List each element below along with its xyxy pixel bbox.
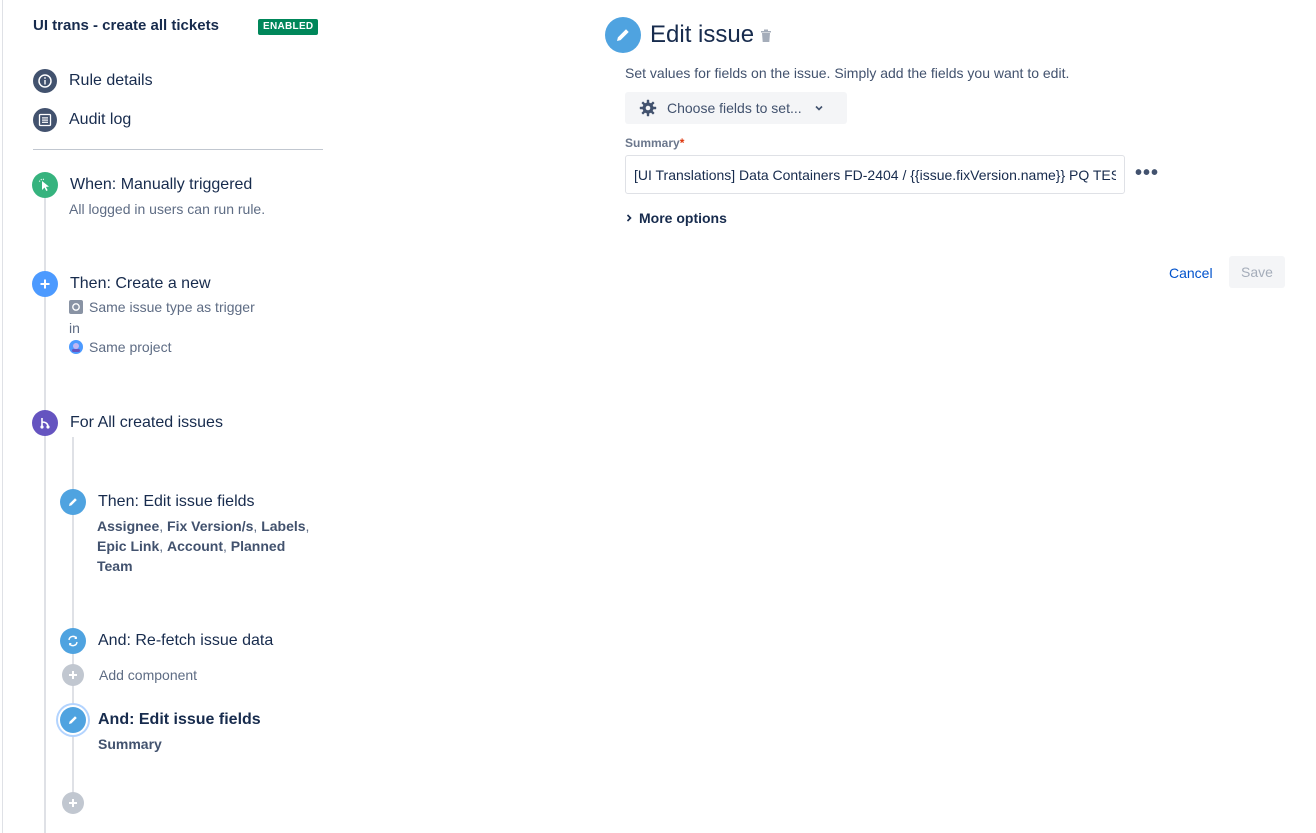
refetch-node[interactable] — [60, 628, 86, 654]
status-badge: ENABLED — [258, 19, 319, 35]
pencil-icon — [69, 716, 77, 724]
branch-node[interactable] — [32, 410, 58, 436]
trash-icon[interactable] — [760, 29, 772, 48]
choose-fields-button[interactable]: Choose fields to set... — [625, 92, 847, 124]
cancel-button[interactable]: Cancel — [1165, 263, 1217, 283]
add-component-label[interactable]: Add component — [99, 667, 197, 683]
edit1-fields: Assignee, Fix Version/s, Labels, Epic Li… — [97, 518, 310, 574]
field-chip: Assignee — [97, 518, 160, 534]
plus-icon — [69, 671, 77, 679]
panel-title: Edit issue — [650, 21, 755, 48]
chevron-right-icon — [626, 214, 632, 222]
required-marker: * — [679, 136, 685, 150]
create-project: Same project — [69, 339, 171, 355]
field-chip: Epic Link — [97, 538, 160, 554]
field-chip: Team — [97, 558, 133, 574]
edit-node-1[interactable] — [60, 489, 86, 515]
list-icon — [33, 108, 57, 132]
choose-fields-label: Choose fields to set... — [667, 100, 802, 116]
chevron-down-icon — [815, 105, 823, 111]
panel-description: Set values for fields on the issue. Simp… — [625, 65, 1070, 81]
summary-input[interactable] — [625, 155, 1125, 194]
more-options-toggle[interactable]: More options — [625, 210, 727, 226]
project-label: Same project — [89, 339, 172, 355]
info-icon — [33, 69, 57, 93]
create-title[interactable]: Then: Create a new — [70, 275, 211, 293]
refetch-title[interactable]: And: Re-fetch issue data — [98, 632, 273, 650]
save-button[interactable]: Save — [1229, 256, 1285, 288]
field-chip: Labels — [261, 518, 306, 534]
cursor-click-icon — [38, 178, 49, 191]
create-issue-type: Same issue type as trigger — [69, 299, 255, 315]
project-icon — [69, 340, 83, 354]
refresh-icon — [68, 635, 78, 647]
plus-icon — [40, 279, 50, 289]
menu-item-label: Rule details — [69, 72, 153, 89]
add-component-node-bottom[interactable] — [62, 792, 84, 814]
pencil-icon — [69, 498, 77, 506]
more-actions-icon[interactable]: ••• — [1135, 163, 1159, 183]
left-panel-border — [2, 0, 3, 833]
summary-label: Summary* — [625, 136, 685, 150]
create-in-label: in — [69, 320, 80, 336]
create-node[interactable] — [32, 271, 58, 297]
branch-title[interactable]: For All created issues — [70, 414, 223, 432]
add-component-node[interactable] — [62, 664, 84, 686]
menu-item-rule-details[interactable]: Rule details — [33, 69, 153, 93]
more-options-label: More options — [639, 210, 727, 226]
edit2-fields: Summary — [98, 736, 162, 752]
field-chip: Fix Version/s — [167, 518, 254, 534]
field-chip: Account — [167, 538, 224, 554]
divider — [33, 149, 323, 150]
edit1-title[interactable]: Then: Edit issue fields — [98, 493, 255, 511]
edit-node-2[interactable] — [60, 707, 86, 733]
menu-item-label: Audit log — [69, 111, 132, 128]
trigger-node[interactable] — [32, 172, 58, 198]
branch-icon — [40, 418, 50, 429]
menu-item-audit-log[interactable]: Audit log — [33, 108, 131, 132]
gear-icon — [639, 99, 657, 117]
field-chip: Planned — [230, 538, 286, 554]
issue-type-label: Same issue type as trigger — [89, 299, 255, 315]
trigger-subtitle: All logged in users can run rule. — [69, 201, 266, 217]
plus-icon — [69, 799, 77, 807]
issue-type-icon — [69, 300, 83, 314]
rule-title: UI trans - create all tickets — [33, 17, 219, 34]
edit2-title[interactable]: And: Edit issue fields — [98, 711, 261, 729]
edit-issue-icon — [605, 17, 641, 53]
trigger-title[interactable]: When: Manually triggered — [70, 176, 252, 194]
